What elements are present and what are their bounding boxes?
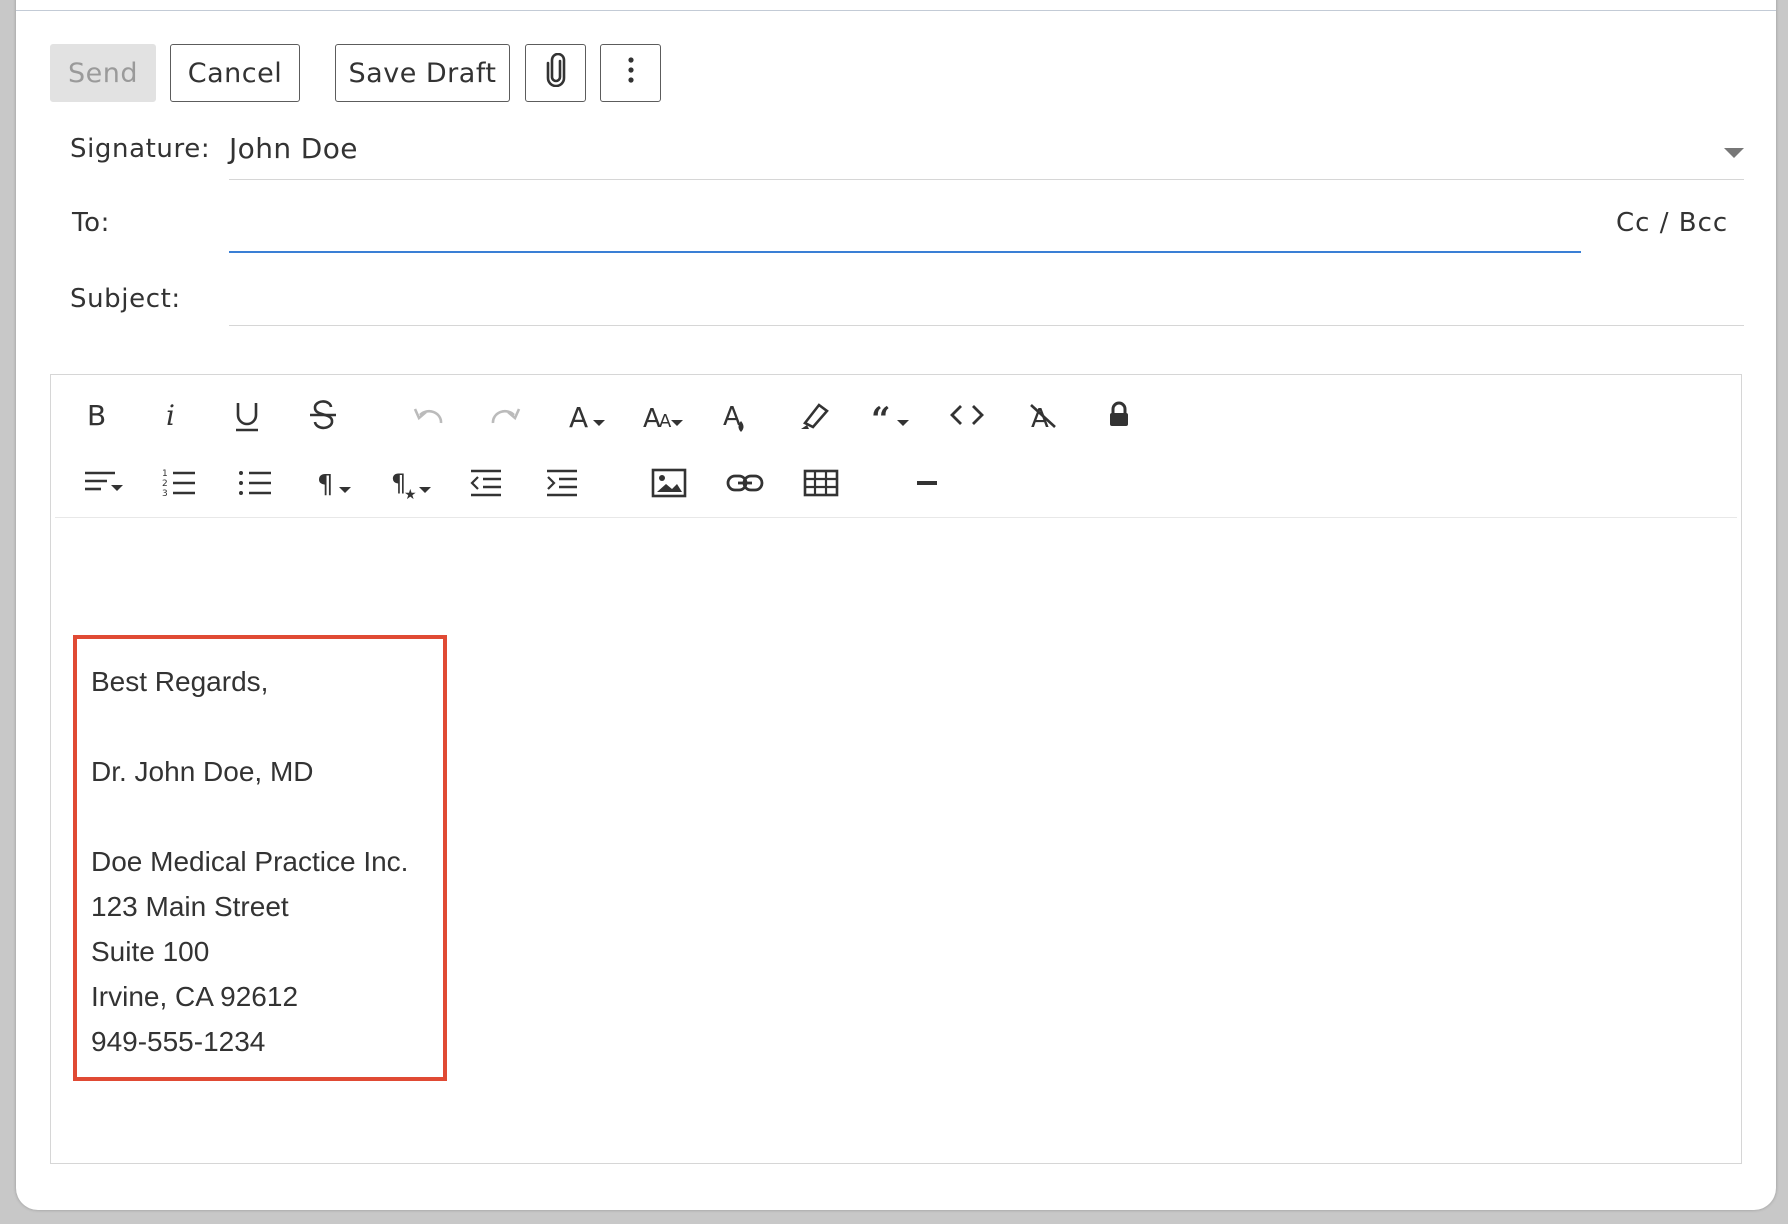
paperclip-icon (543, 52, 569, 94)
subject-label: Subject: (70, 284, 181, 314)
insert-table-icon[interactable] (793, 455, 849, 511)
signature-line: 949-555-1234 (91, 1026, 266, 1057)
cc-bcc-link[interactable]: Cc / Bcc (1616, 208, 1728, 238)
signature-underline (229, 179, 1744, 180)
italic-icon[interactable]: i (143, 387, 199, 443)
signature-line: Dr. John Doe, MD (91, 756, 314, 787)
highlight-icon[interactable] (787, 387, 843, 443)
send-button[interactable]: Send (50, 44, 156, 102)
window-top-strip (16, 0, 1776, 11)
subject-input[interactable] (229, 282, 1729, 322)
svg-text:¶: ¶ (317, 470, 334, 500)
signature-line: Suite 100 (91, 936, 210, 967)
signature-line: Doe Medical Practice Inc. (91, 846, 409, 877)
cancel-button[interactable]: Cancel (170, 44, 300, 102)
insert-image-icon[interactable] (641, 455, 697, 511)
undo-icon[interactable] (401, 387, 457, 443)
lock-icon[interactable] (1091, 387, 1147, 443)
toolbar-divider (55, 517, 1737, 518)
svg-text:A: A (569, 401, 588, 434)
signature-line (91, 794, 429, 839)
compose-window: Send Cancel Save Draft Signature: John D… (16, 0, 1776, 1210)
paragraph-style-icon[interactable]: ¶ ★ (383, 455, 439, 511)
text-color-icon[interactable]: A (711, 387, 767, 443)
signature-block[interactable]: Best Regards, Dr. John Doe, MD Doe Medic… (73, 635, 447, 1081)
underline-icon[interactable] (219, 387, 275, 443)
signature-select[interactable]: John Doe (229, 132, 358, 165)
font-size-icon[interactable]: AA (635, 387, 691, 443)
ordered-list-icon[interactable]: 123 (151, 455, 207, 511)
svg-text:1: 1 (162, 469, 168, 479)
clear-format-icon[interactable]: A (1015, 387, 1071, 443)
svg-text:“: “ (871, 400, 891, 435)
chevron-down-icon[interactable] (1724, 148, 1744, 158)
signature-line: 123 Main Street (91, 891, 289, 922)
more-vertical-icon (626, 55, 636, 92)
insert-link-icon[interactable] (717, 455, 773, 511)
strikethrough-icon[interactable] (295, 387, 351, 443)
quote-icon[interactable]: “ (863, 387, 919, 443)
bold-icon[interactable]: B (67, 387, 123, 443)
signature-line: Irvine, CA 92612 (91, 981, 299, 1012)
signature-line (91, 704, 429, 749)
align-icon[interactable] (75, 455, 131, 511)
outdent-icon[interactable] (459, 455, 515, 511)
attach-button[interactable] (525, 44, 586, 102)
subject-underline (229, 325, 1744, 326)
paragraph-format-icon[interactable]: ¶ (307, 455, 363, 511)
signature-line: Best Regards, (91, 666, 269, 697)
signature-label: Signature: (70, 134, 211, 164)
redo-icon[interactable] (477, 387, 533, 443)
indent-icon[interactable] (535, 455, 591, 511)
code-icon[interactable] (939, 387, 995, 443)
horizontal-rule-icon[interactable] (899, 455, 955, 511)
rich-text-editor[interactable]: B i A AA A “ A 1 2 3 ¶ ¶ ★ Best Regards,… (50, 374, 1742, 1164)
to-label: To: (72, 208, 110, 238)
more-options-button[interactable] (600, 44, 661, 102)
save-draft-button[interactable]: Save Draft (335, 44, 510, 102)
unordered-list-icon[interactable] (227, 455, 283, 511)
svg-text:i: i (166, 399, 175, 432)
svg-text:3: 3 (162, 489, 168, 499)
svg-text:2: 2 (162, 479, 168, 489)
svg-text:A: A (723, 402, 741, 432)
svg-text:★: ★ (404, 487, 417, 503)
svg-text:A: A (659, 411, 672, 432)
to-input[interactable] (229, 208, 1579, 248)
svg-text:B: B (87, 399, 106, 432)
font-family-icon[interactable]: A (559, 387, 615, 443)
to-underline (229, 251, 1581, 253)
